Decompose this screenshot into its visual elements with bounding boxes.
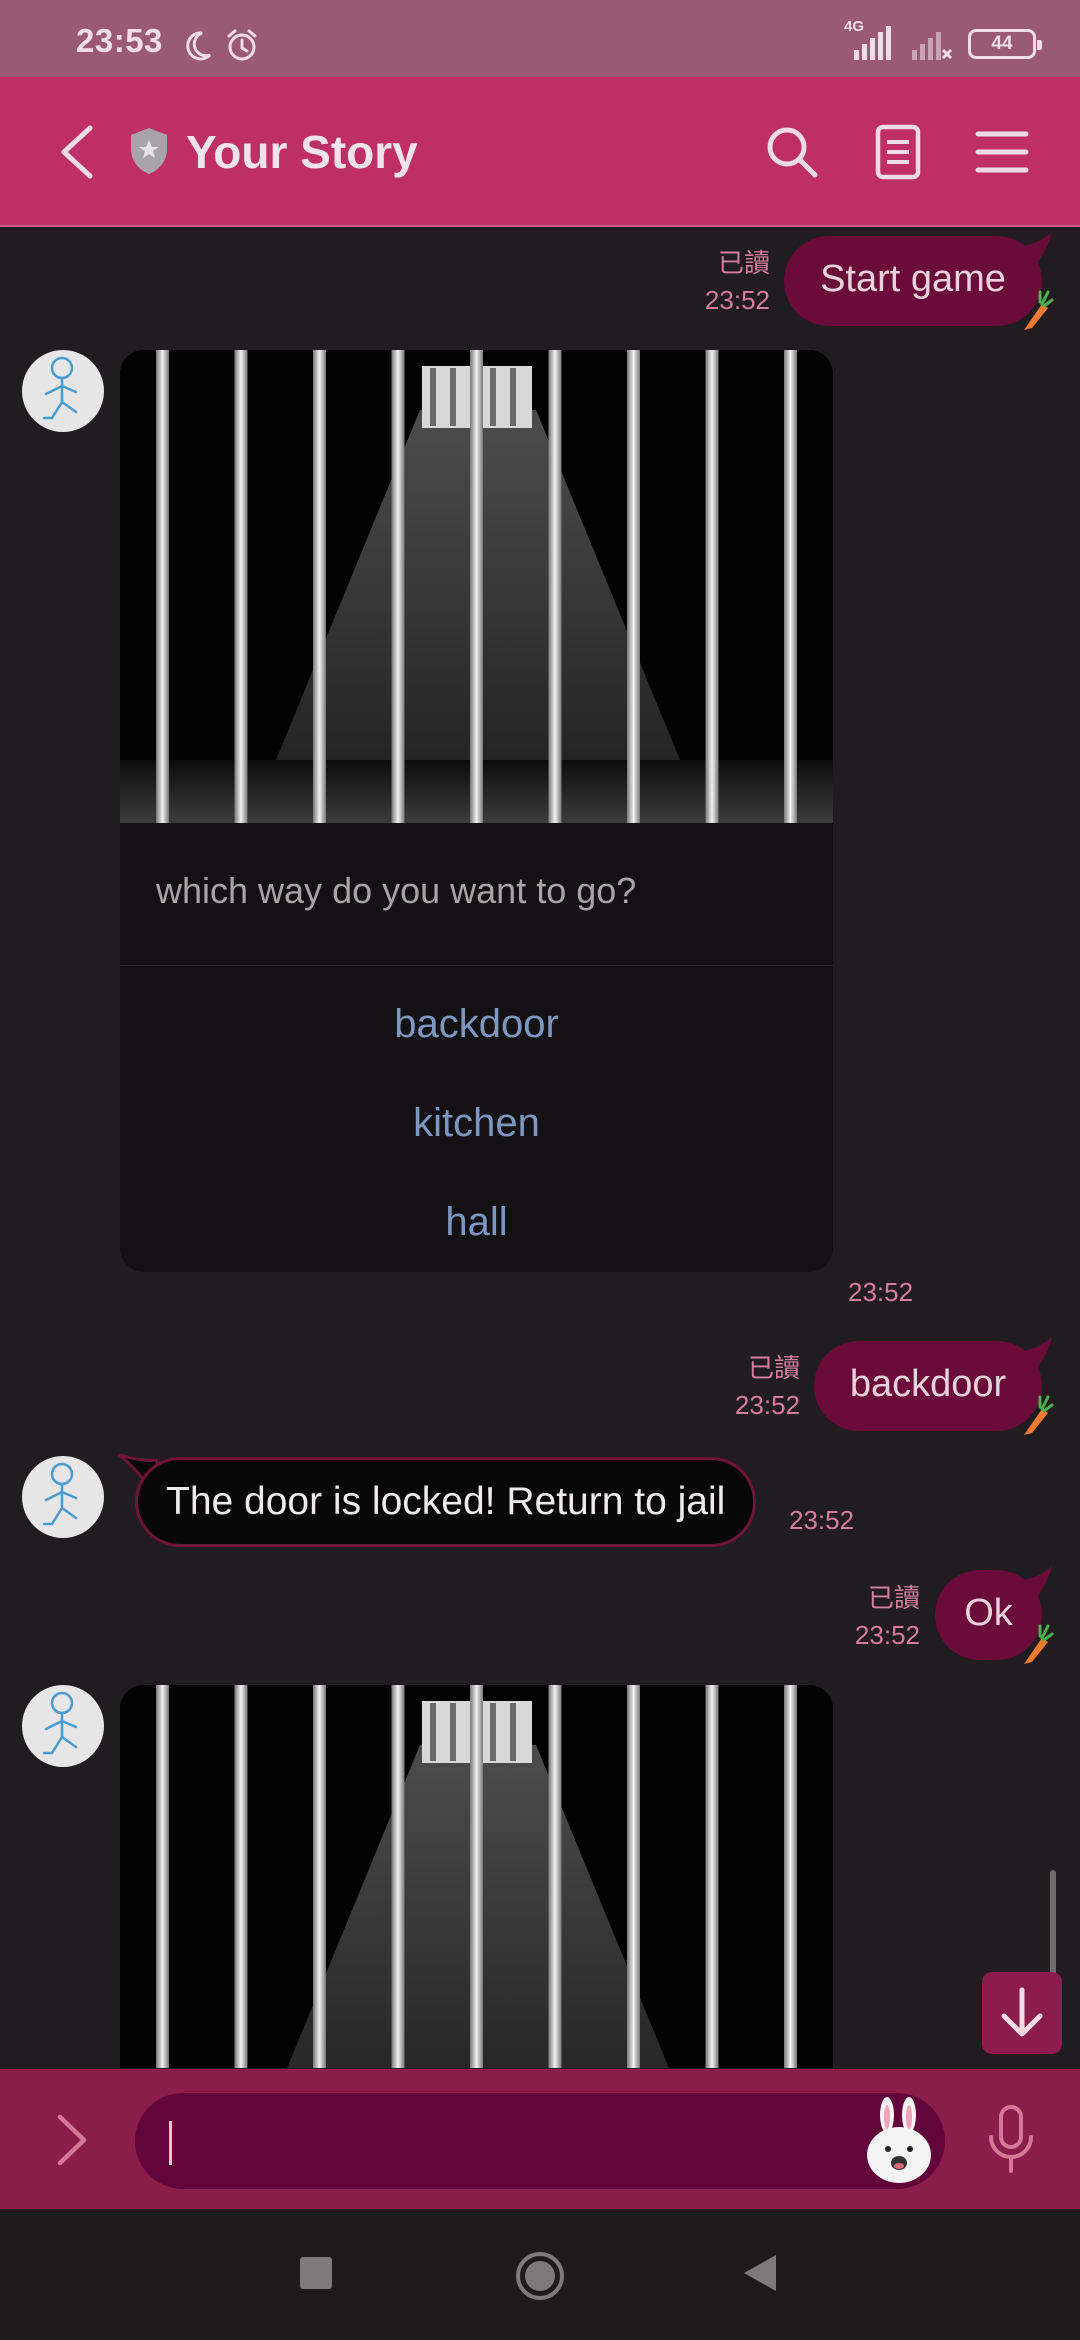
- status-bar: 23:53 4G 44: [0, 0, 1080, 77]
- message-time: 23:52: [704, 285, 770, 315]
- battery-icon: 44: [968, 29, 1042, 59]
- jail-bar: [234, 1685, 248, 2068]
- window-bar: [510, 1703, 516, 1761]
- jail-bar: [391, 350, 405, 823]
- message-time: 23:52: [854, 1620, 920, 1650]
- message-text: backdoor: [849, 1363, 1007, 1405]
- moon-icon: [186, 31, 212, 61]
- shield-icon: [131, 128, 167, 174]
- jail-cell-image: [120, 1685, 833, 2068]
- window-bar: [450, 1703, 456, 1761]
- jail-bar: [234, 350, 248, 823]
- home-button[interactable]: [512, 2251, 568, 2301]
- app-header: Your Story: [0, 77, 1080, 227]
- message-meta: 已讀 23:52: [810, 1580, 920, 1654]
- jail-cell-illustration: [120, 350, 833, 823]
- message-time: 23:52: [789, 1505, 855, 1535]
- outgoing-message[interactable]: backdoor: [814, 1337, 1054, 1435]
- cell-signal-2-icon: [912, 32, 953, 60]
- jail-bar: [705, 350, 719, 823]
- note-icon[interactable]: [870, 124, 926, 180]
- back-button[interactable]: [52, 122, 108, 182]
- card-question: which way do you want to go?: [120, 823, 833, 966]
- chevron-right-icon[interactable]: [52, 2113, 92, 2167]
- message-text: Ok: [964, 1592, 1013, 1634]
- message-meta: 已讀 23:52: [690, 1350, 800, 1424]
- incoming-message[interactable]: The door is locked! Return to jail: [135, 1457, 757, 1547]
- battery-level: 44: [991, 33, 1013, 54]
- hamburger-menu-icon[interactable]: [974, 124, 1030, 180]
- jail-cell-image: [120, 350, 833, 823]
- alarm-icon: [227, 29, 257, 61]
- outgoing-message[interactable]: Start game: [784, 232, 1054, 330]
- cell-signal-icon: 4G: [844, 18, 896, 62]
- system-nav-bar: [0, 2209, 1080, 2340]
- option-kitchen[interactable]: kitchen: [120, 1074, 833, 1173]
- message-time: 23:52: [848, 1277, 914, 1307]
- window-bar: [490, 1703, 496, 1761]
- search-icon[interactable]: [764, 124, 820, 180]
- outgoing-message[interactable]: Ok: [935, 1566, 1054, 1664]
- window-bar: [430, 368, 436, 426]
- jail-bar: [313, 350, 326, 823]
- arrow-down-icon: [1001, 1987, 1043, 2037]
- chat-area[interactable]: 已讀 23:52 Start game which way do you wan…: [0, 228, 1080, 2068]
- bubble-tail-icon: [1018, 232, 1052, 268]
- microphone-icon[interactable]: [985, 2105, 1037, 2175]
- carrot-icon: [1024, 290, 1054, 330]
- message-input[interactable]: [135, 2093, 945, 2189]
- bubble-tail-icon: [1018, 1337, 1052, 1373]
- jail-bar: [156, 350, 169, 823]
- jail-bar: [156, 1685, 169, 2068]
- jail-bar: [470, 1685, 483, 2068]
- page-title: Your Story: [186, 126, 418, 178]
- option-hall[interactable]: hall: [120, 1173, 833, 1272]
- read-receipt: 已讀: [747, 1353, 800, 1383]
- avatar[interactable]: [22, 1456, 104, 1538]
- jail-bar: [548, 350, 562, 823]
- stick-figure-icon: [42, 356, 78, 420]
- jail-bar: [784, 1685, 797, 2068]
- message-text: Start game: [820, 258, 1006, 300]
- jail-bar: [784, 350, 797, 823]
- bubble-tail-icon: [1018, 1566, 1052, 1602]
- jail-bar: [627, 350, 640, 823]
- carrot-icon: [1024, 1624, 1054, 1664]
- jail-cell-illustration: [120, 1685, 833, 2068]
- read-receipt: 已讀: [717, 248, 770, 278]
- card-options: backdoor kitchen hall: [120, 966, 833, 1272]
- message-text: The door is locked! Return to jail: [166, 1480, 726, 1523]
- choice-card: which way do you want to go? backdoor ki…: [120, 350, 833, 1272]
- status-time: 23:53: [76, 22, 163, 59]
- window-bar: [430, 1703, 436, 1761]
- jail-bar: [313, 1685, 326, 2068]
- option-backdoor[interactable]: backdoor: [120, 975, 833, 1074]
- jail-bar: [627, 1685, 640, 2068]
- recent-apps-button[interactable]: [298, 2251, 334, 2295]
- carrot-icon: [1024, 1395, 1054, 1435]
- window-bar: [510, 368, 516, 426]
- scroll-down-button[interactable]: [982, 1972, 1062, 2054]
- read-receipt: 已讀: [867, 1583, 920, 1613]
- avatar[interactable]: [22, 1685, 104, 1767]
- jail-bar: [470, 350, 483, 823]
- status-icons-right: 4G 44: [844, 18, 1042, 62]
- input-bar: [0, 2069, 1080, 2209]
- jail-bar: [391, 1685, 405, 2068]
- status-icons-left: [180, 26, 260, 66]
- window-bar: [490, 368, 496, 426]
- stick-figure-icon: [42, 1691, 78, 1755]
- avatar[interactable]: [22, 350, 104, 432]
- jail-bar: [548, 1685, 562, 2068]
- jail-bar: [705, 1685, 719, 2068]
- choice-card: [120, 1685, 833, 2068]
- rabbit-sticker-icon[interactable]: [863, 2097, 935, 2187]
- stick-figure-icon: [42, 1462, 78, 1526]
- window-bar: [450, 368, 456, 426]
- message-time: 23:52: [734, 1390, 800, 1420]
- chat-screen: 23:53 4G 44 Your Story 已讀 23:52 Start ga…: [0, 0, 1080, 2340]
- message-meta: 已讀 23:52: [660, 245, 770, 319]
- back-nav-button[interactable]: [740, 2251, 780, 2295]
- text-caret: [169, 2121, 172, 2165]
